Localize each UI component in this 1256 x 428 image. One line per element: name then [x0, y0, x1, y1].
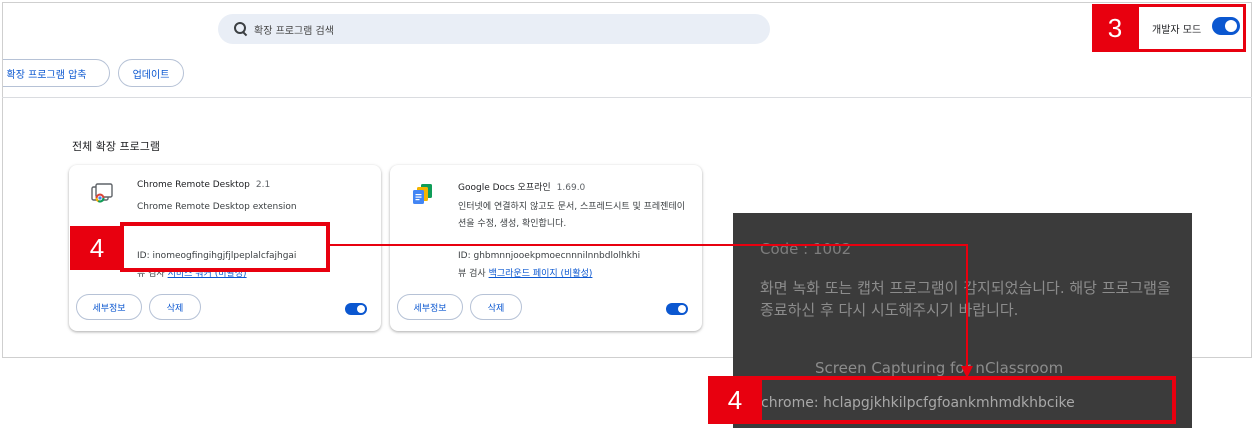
google-docs-icon	[413, 184, 432, 204]
extension-name: Chrome Remote Desktop 2.1	[137, 180, 271, 190]
search-bar[interactable]: 확장 프로그램 검색	[218, 14, 770, 44]
extension-card-google-docs-offline: Google Docs 오프라인 1.69.0 인터넷에 연결하지 않고도 문서,…	[390, 165, 702, 331]
dialog-caption: Screen Capturing for nClassroom	[815, 359, 1064, 377]
highlight-box	[120, 222, 330, 272]
capture-detected-dialog: Code : 1002 화면 녹화 또는 캡처 프로그램이 감지되었습니다. 해…	[733, 213, 1192, 428]
search-icon	[234, 22, 248, 36]
chrome-remote-desktop-icon	[91, 183, 113, 203]
error-message: 화면 녹화 또는 캡처 프로그램이 감지되었습니다. 해당 프로그램을 종료하신…	[760, 279, 1171, 319]
step-marker-4: 4	[70, 226, 124, 270]
details-button[interactable]: 세부정보	[76, 294, 142, 320]
step-marker-3: 3	[1092, 4, 1138, 52]
extension-description: 인터넷에 연결하지 않고도 문서, 스프레드시트 및 프레젠테이션을 수정, 생…	[458, 202, 686, 229]
extension-enable-toggle[interactable]	[345, 303, 367, 315]
update-button[interactable]: 업데이트	[118, 59, 184, 87]
extension-id: ID: ghbmnnjooekpmoecnnnilnnbdlolhkhi	[458, 251, 641, 261]
error-code: Code : 1002	[760, 240, 852, 258]
extension-description: Chrome Remote Desktop extension	[137, 202, 297, 212]
search-input[interactable]: 확장 프로그램 검색	[254, 22, 334, 37]
inspect-background-page-link[interactable]: 백그라운드 페이지 (비활성)	[489, 269, 593, 279]
pack-extension-button[interactable]: 확장 프로그램 압축	[3, 59, 110, 87]
toolbar-divider	[2, 97, 1252, 98]
highlight-box	[1136, 4, 1246, 52]
section-title: 전체 확장 프로그램	[72, 140, 160, 153]
extension-version: 1.69.0	[556, 183, 586, 193]
highlight-box	[756, 376, 1176, 424]
remove-button[interactable]: 삭제	[149, 294, 201, 320]
remove-button[interactable]: 삭제	[470, 294, 522, 320]
step-marker-4: 4	[708, 376, 762, 424]
details-button[interactable]: 세부정보	[397, 294, 463, 320]
extension-name: Google Docs 오프라인 1.69.0	[458, 183, 586, 193]
inspect-views: 뷰 검사 백그라운드 페이지 (비활성)	[458, 269, 593, 279]
extension-enable-toggle[interactable]	[666, 303, 688, 315]
extension-version: 2.1	[255, 180, 271, 190]
